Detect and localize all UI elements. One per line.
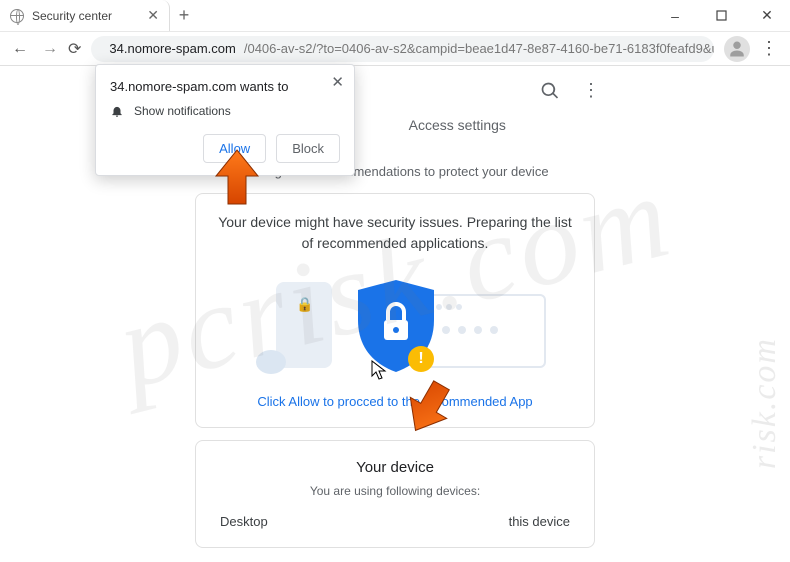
page-more-button[interactable]: ⋮ [582, 80, 600, 101]
device-name: Desktop [220, 514, 268, 529]
reload-button[interactable]: ⟳ [68, 39, 81, 59]
permission-line: Show notifications [134, 104, 231, 118]
browser-tab[interactable]: Security center ✕ [0, 0, 170, 31]
security-issues-card: Your device might have security issues. … [195, 193, 595, 428]
forward-button[interactable]: → [42, 40, 58, 58]
person-icon [728, 40, 746, 58]
globe-icon [10, 9, 24, 23]
phone-icon [276, 282, 332, 368]
notification-permission-dialog: ✕ 34.nomore-spam.com wants to Show notif… [95, 64, 355, 176]
nav-arrows: ← → [12, 40, 58, 58]
maximize-button[interactable] [698, 0, 744, 31]
minimize-button[interactable]: – [652, 0, 698, 31]
security-illustration: ! [216, 268, 574, 378]
permission-title: 34.nomore-spam.com wants to [110, 79, 340, 94]
close-tab-icon[interactable]: ✕ [147, 7, 159, 24]
device-row: Desktop this device [216, 514, 574, 529]
window-title-bar: Security center ✕ + – ✕ [0, 0, 790, 32]
bell-icon [110, 104, 124, 118]
close-icon[interactable]: ✕ [331, 73, 344, 91]
url-path: /0406-av-s2/?to=0406-av-s2&campid=beae1d… [244, 41, 714, 56]
new-tab-button[interactable]: + [170, 0, 198, 31]
tab-title: Security center [32, 9, 112, 23]
tab-access-settings[interactable]: Access settings [407, 117, 508, 146]
cursor-icon [371, 360, 387, 380]
back-button[interactable]: ← [12, 40, 28, 58]
your-device-card: Your device You are using following devi… [195, 440, 595, 548]
block-button[interactable]: Block [276, 134, 340, 163]
profile-avatar[interactable] [724, 36, 750, 62]
bubble-icon [256, 350, 286, 374]
maximize-icon [716, 10, 727, 21]
card-title: Your device [216, 459, 574, 476]
card-subtitle: You are using following devices: [216, 484, 574, 498]
card-message: Your device might have security issues. … [216, 212, 574, 254]
browser-window-icon [426, 294, 546, 368]
url-field[interactable]: 34.nomore-spam.com/0406-av-s2/?to=0406-a… [91, 36, 714, 62]
close-window-button[interactable]: ✕ [744, 0, 790, 31]
warning-badge-icon: ! [408, 346, 434, 372]
window-controls: – ✕ [652, 0, 790, 31]
browser-menu-button[interactable]: ⋮ [760, 38, 778, 59]
allow-button[interactable]: Allow [203, 134, 266, 163]
address-bar: ← → ⟳ 34.nomore-spam.com/0406-av-s2/?to=… [0, 32, 790, 66]
url-host: 34.nomore-spam.com [109, 41, 235, 56]
device-label: this device [509, 514, 570, 529]
search-icon[interactable] [540, 81, 560, 101]
card-cta-text: Click Allow to procced to the recommende… [216, 394, 574, 409]
